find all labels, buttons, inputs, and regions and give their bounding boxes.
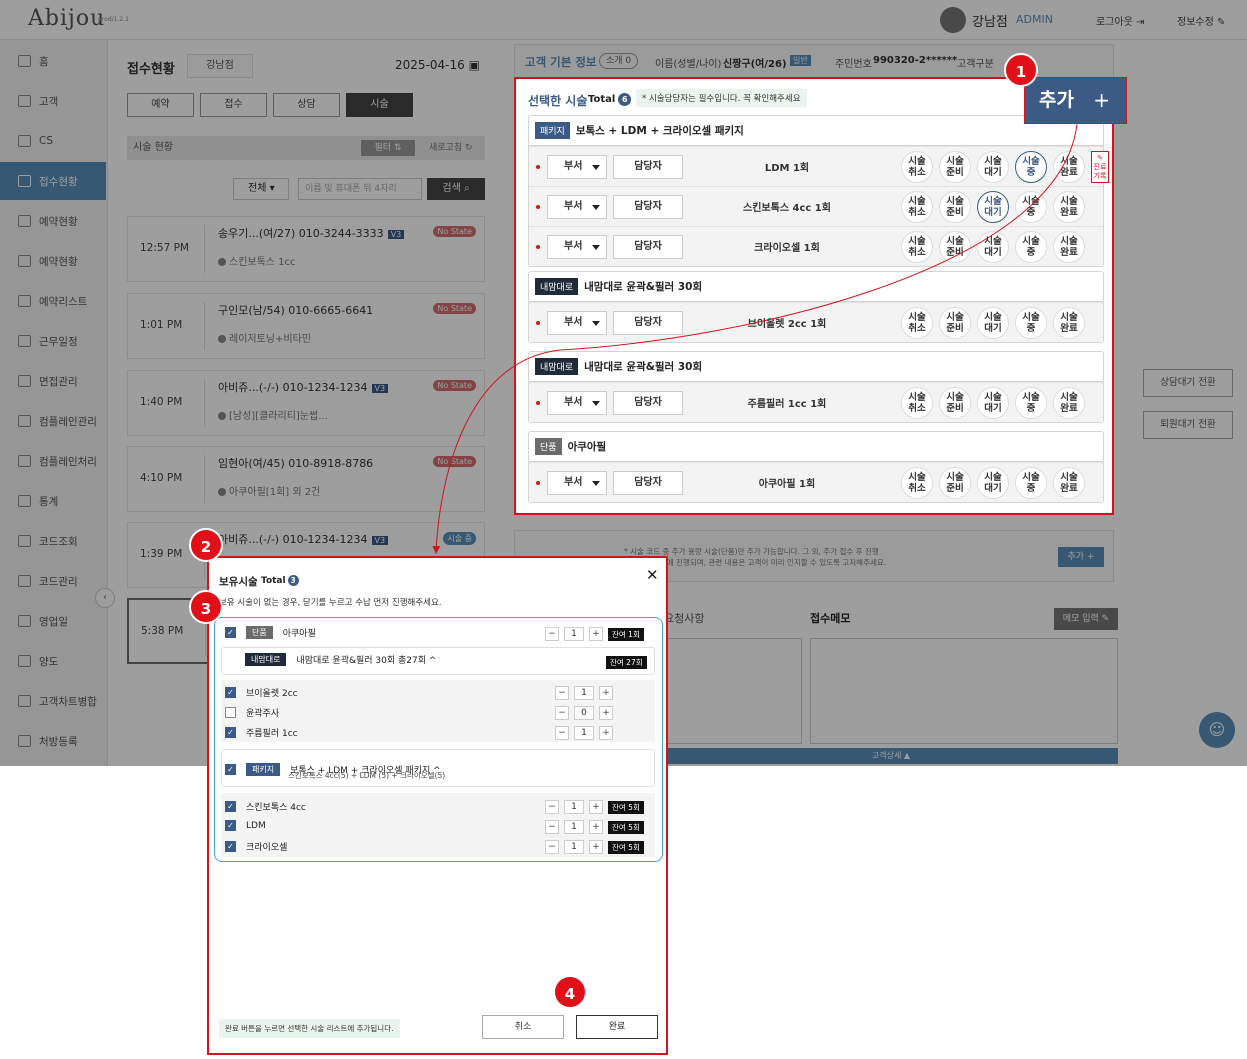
checkbox[interactable]: ✓	[225, 627, 236, 638]
checkbox[interactable]: ✓	[225, 841, 236, 852]
quantity-stepper[interactable]: −1 +	[545, 820, 603, 834]
minus-button[interactable]: −	[545, 627, 559, 641]
list-item[interactable]: ✓ 단품 아쿠아필	[225, 626, 316, 639]
quantity-value: 0	[574, 706, 594, 720]
plus-button[interactable]: +	[599, 726, 613, 740]
minus-button[interactable]: −	[555, 686, 569, 700]
checkbox[interactable]	[225, 707, 236, 718]
plus-button[interactable]: +	[599, 686, 613, 700]
list-item[interactable]: ✓ 주름필러 1cc	[225, 726, 298, 739]
item-name: 크라이오셀	[246, 843, 288, 853]
plus-button[interactable]: +	[589, 800, 603, 814]
plus-button[interactable]: +	[589, 627, 603, 641]
step-3-marker: 3	[189, 590, 223, 624]
item-name: 스킨보톡스 4cc	[246, 803, 306, 813]
plus-button[interactable]: +	[599, 706, 613, 720]
modal-title: 보유시술	[219, 576, 258, 588]
quantity-stepper[interactable]: −1 +	[545, 627, 603, 641]
minus-button[interactable]: −	[545, 840, 559, 854]
quantity-value: 1	[574, 726, 594, 740]
checkbox[interactable]: ✓	[225, 687, 236, 698]
quantity-stepper[interactable]: −1 +	[545, 800, 603, 814]
item-name: 내맘대로 윤곽&필러 30회 총27회 ^	[296, 656, 437, 666]
modal-total: Total 3	[261, 575, 299, 586]
modal-total-count: 3	[287, 575, 299, 586]
quantity-stepper[interactable]: −1 +	[545, 840, 603, 854]
modal-instruction: 보유 시술이 없는 경우, 닫기를 누르고 수납 먼저 진행해주세요.	[219, 598, 442, 608]
modal-total-label: Total	[261, 576, 286, 586]
quantity-stepper[interactable]: −1 +	[555, 686, 613, 700]
owned-treatments-list: ✓ 단품 아쿠아필 −1 + 잔여 1회 내맘대로 내맘대로 윤곽&필러 30회 총27회 ^…	[214, 617, 663, 862]
close-icon[interactable]: ✕	[646, 566, 659, 584]
remaining-badge: 잔여 1회	[608, 628, 644, 641]
list-item[interactable]: 내맘대로 내맘대로 윤곽&필러 30회 총27회 ^	[245, 653, 436, 666]
done-button[interactable]: 완료	[576, 1015, 658, 1039]
quantity-value: 1	[564, 840, 584, 854]
cancel-button[interactable]: 취소	[482, 1015, 564, 1039]
item-name: LDM	[246, 820, 266, 831]
list-item[interactable]: 윤곽주사	[225, 706, 279, 719]
item-tag: 단품	[246, 626, 273, 639]
quantity-value: 1	[564, 800, 584, 814]
item-name: 윤곽주사	[246, 709, 280, 719]
minus-button[interactable]: −	[555, 706, 569, 720]
minus-button[interactable]: −	[555, 726, 569, 740]
remaining-badge: 잔여 5회	[608, 821, 644, 834]
quantity-value: 1	[564, 627, 584, 641]
step-1-marker: 1	[1004, 53, 1038, 87]
item-name: 아쿠아필	[282, 629, 316, 639]
checkbox[interactable]: ✓	[225, 820, 236, 831]
minus-button[interactable]: −	[545, 820, 559, 834]
list-item[interactable]: ✓ 브이올렛 2cc	[225, 686, 298, 699]
quantity-value: 1	[574, 686, 594, 700]
quantity-stepper[interactable]: −0 +	[555, 706, 613, 720]
step-2-marker: 2	[189, 528, 223, 562]
plus-button[interactable]: +	[589, 820, 603, 834]
modal-hint: 완료 버튼을 누르면 선택한 시술 리스트에 추가됩니다.	[219, 1019, 400, 1038]
remaining-badge: 잔여 27회	[606, 656, 647, 669]
item-tag: 패키지	[246, 763, 281, 776]
checkbox[interactable]: ✓	[225, 801, 236, 812]
item-name: 브이올렛 2cc	[246, 689, 298, 699]
package-desc: 스킨보톡스 4cc(5) + LDM (5) + 크라이오셀(5)	[288, 771, 446, 780]
minus-button[interactable]: −	[545, 800, 559, 814]
owned-treatments-modal: 보유시술 Total 3 ✕ 보유 시술이 없는 경우, 닫기를 누르고 수납 먼…	[207, 556, 668, 1055]
step-4-marker: 4	[553, 975, 587, 1009]
list-item[interactable]: ✓ 크라이오셀	[225, 840, 287, 853]
checkbox[interactable]: ✓	[225, 727, 236, 738]
quantity-value: 1	[564, 820, 584, 834]
checkbox[interactable]: ✓	[225, 764, 236, 775]
list-item[interactable]: ✓ 스킨보톡스 4cc	[225, 800, 306, 813]
item-tag: 내맘대로	[245, 653, 287, 666]
remaining-badge: 잔여 5회	[608, 841, 644, 854]
quantity-stepper[interactable]: −1 +	[555, 726, 613, 740]
item-name: 주름필러 1cc	[246, 729, 298, 739]
remaining-badge: 잔여 5회	[608, 801, 644, 814]
list-item[interactable]: ✓ LDM	[225, 820, 266, 831]
plus-button[interactable]: +	[589, 840, 603, 854]
